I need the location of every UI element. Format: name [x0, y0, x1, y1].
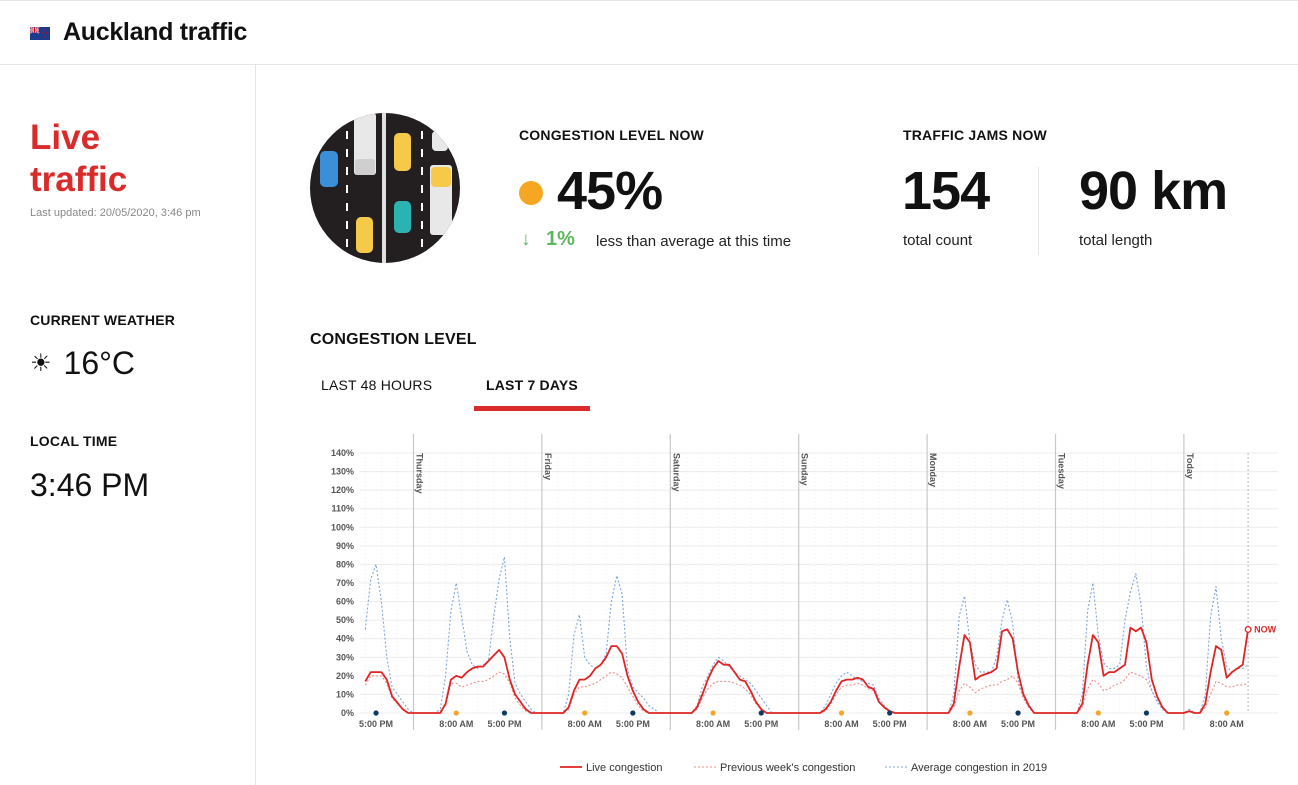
y-tick-label: 110% [331, 504, 354, 514]
x-tick-label: 5:00 PM [744, 719, 778, 729]
x-tick-label: 8:00 AM [696, 719, 730, 729]
time-marker-dot [501, 710, 508, 716]
legend-label: Live congestion [586, 762, 662, 774]
y-tick-label: 50% [336, 615, 354, 625]
yellow-car-icon-2 [356, 217, 373, 253]
local-time-label: LOCAL TIME [30, 433, 118, 449]
day-label: Sunday [800, 453, 810, 486]
y-tick-label: 70% [336, 578, 354, 588]
y-tick-label: 20% [336, 671, 354, 681]
y-tick-label: 80% [336, 559, 354, 569]
time-marker-dot [630, 710, 636, 716]
arrow-down-icon: ↓ [521, 229, 531, 250]
time-marker-dot [1095, 710, 1101, 716]
time-marker-dot [710, 710, 716, 716]
y-tick-label: 130% [331, 467, 354, 477]
y-tick-label: 120% [331, 485, 354, 495]
weather-label: CURRENT WEATHER [30, 312, 176, 328]
y-tick-label: 60% [336, 597, 354, 607]
congestion-value: 45% [557, 161, 663, 221]
delta-text: less than average at this time [596, 233, 792, 250]
congestion-level-title: CONGESTION LEVEL [310, 331, 477, 348]
time-marker-dot [838, 710, 845, 716]
x-tick-label: 5:00 PM [1129, 719, 1163, 729]
congestion-now-label: CONGESTION LEVEL NOW [519, 127, 704, 143]
x-tick-label: 8:00 AM [1081, 719, 1115, 729]
yellow-car-icon [394, 133, 411, 171]
x-tick-label: 8:00 AM [439, 719, 473, 729]
local-time-value: 3:46 PM [30, 467, 150, 503]
day-label: Saturday [671, 453, 681, 492]
sidebar: Live traffic Last updated: 20/05/2020, 3… [0, 65, 256, 785]
header-bar: Auckland traffic [0, 0, 1298, 65]
time-marker-dot [887, 710, 893, 716]
delta-value: 1% [546, 228, 575, 250]
live-traffic-title: Live traffic [30, 117, 230, 201]
x-tick-label: 5:00 PM [487, 719, 521, 729]
time-marker-dot [1224, 710, 1230, 716]
y-tick-label: 100% [331, 522, 354, 532]
now-marker [1244, 625, 1252, 633]
y-tick-label: 90% [336, 541, 354, 551]
time-marker-dot [967, 710, 973, 716]
jam-count: 154 [902, 161, 990, 221]
sun-icon: ☀ [30, 350, 52, 377]
app-title: Auckland traffic [63, 18, 248, 46]
y-tick-label: 0% [341, 708, 354, 718]
day-label: Today [1185, 453, 1195, 479]
teal-car-icon [394, 201, 411, 233]
tab-last-7-days[interactable]: LAST 7 DAYS [486, 377, 578, 393]
x-tick-label: 5:00 PM [873, 719, 907, 729]
congestion-chart: 0% 10% 20% 30% 40% 50% 60% 70% 80% 90% 100% 110% 120… [331, 434, 1278, 774]
day-label: Monday [928, 453, 938, 487]
kpi-divider [1038, 167, 1039, 255]
time-marker-dot [1015, 710, 1021, 716]
traffic-jams-label: TRAFFIC JAMS NOW [903, 127, 1047, 143]
time-marker-dot [453, 710, 459, 716]
x-tick-label: 8:00 AM [953, 719, 987, 729]
y-tick-label: 40% [336, 634, 354, 644]
legend-label: Average congestion in 2019 [911, 762, 1047, 774]
x-tick-label: 5:00 PM [359, 719, 393, 729]
traffic-illustration [310, 113, 460, 263]
weather-row: ☀ 16°C [30, 345, 135, 382]
day-label: Friday [543, 453, 553, 480]
y-tick-label: 10% [336, 689, 354, 699]
live-congestion-line [364, 626, 1249, 714]
jam-length: 90 km [1079, 161, 1228, 221]
previous-week-line [364, 671, 1249, 714]
active-tab-indicator [474, 406, 590, 411]
live-title-line1: Live [30, 118, 101, 157]
x-tick-label: 8:00 AM [568, 719, 602, 729]
time-marker-dot [582, 710, 588, 716]
x-tick-label: 5:00 PM [616, 719, 650, 729]
blue-car-icon [320, 151, 338, 187]
time-marker-dot [758, 710, 764, 716]
live-title-line2: traffic [30, 160, 128, 199]
last-updated: Last updated: 20/05/2020, 3:46 pm [30, 207, 201, 219]
legend-label: Previous week's congestion [720, 762, 855, 774]
temperature: 16°C [63, 345, 136, 381]
time-marker-dot [1143, 710, 1150, 716]
day-label: Thursday [415, 453, 425, 494]
nz-flag-icon [30, 27, 50, 40]
time-marker-dot [373, 710, 379, 716]
x-tick-label: 5:00 PM [1001, 719, 1035, 729]
x-tick-label: 8:00 AM [1210, 719, 1244, 729]
jam-length-label: total length [1079, 232, 1153, 249]
x-tick-label: 8:00 AM [824, 719, 858, 729]
now-label: NOW [1254, 624, 1277, 634]
y-tick-label: 140% [331, 448, 354, 458]
congestion-status-dot [519, 181, 543, 205]
tab-last-48-hours[interactable]: LAST 48 HOURS [321, 377, 432, 393]
average-2019-line [364, 556, 1249, 714]
y-tick-label: 30% [336, 652, 354, 662]
day-label: Tuesday [1057, 453, 1067, 489]
jam-count-label: total count [903, 232, 973, 249]
